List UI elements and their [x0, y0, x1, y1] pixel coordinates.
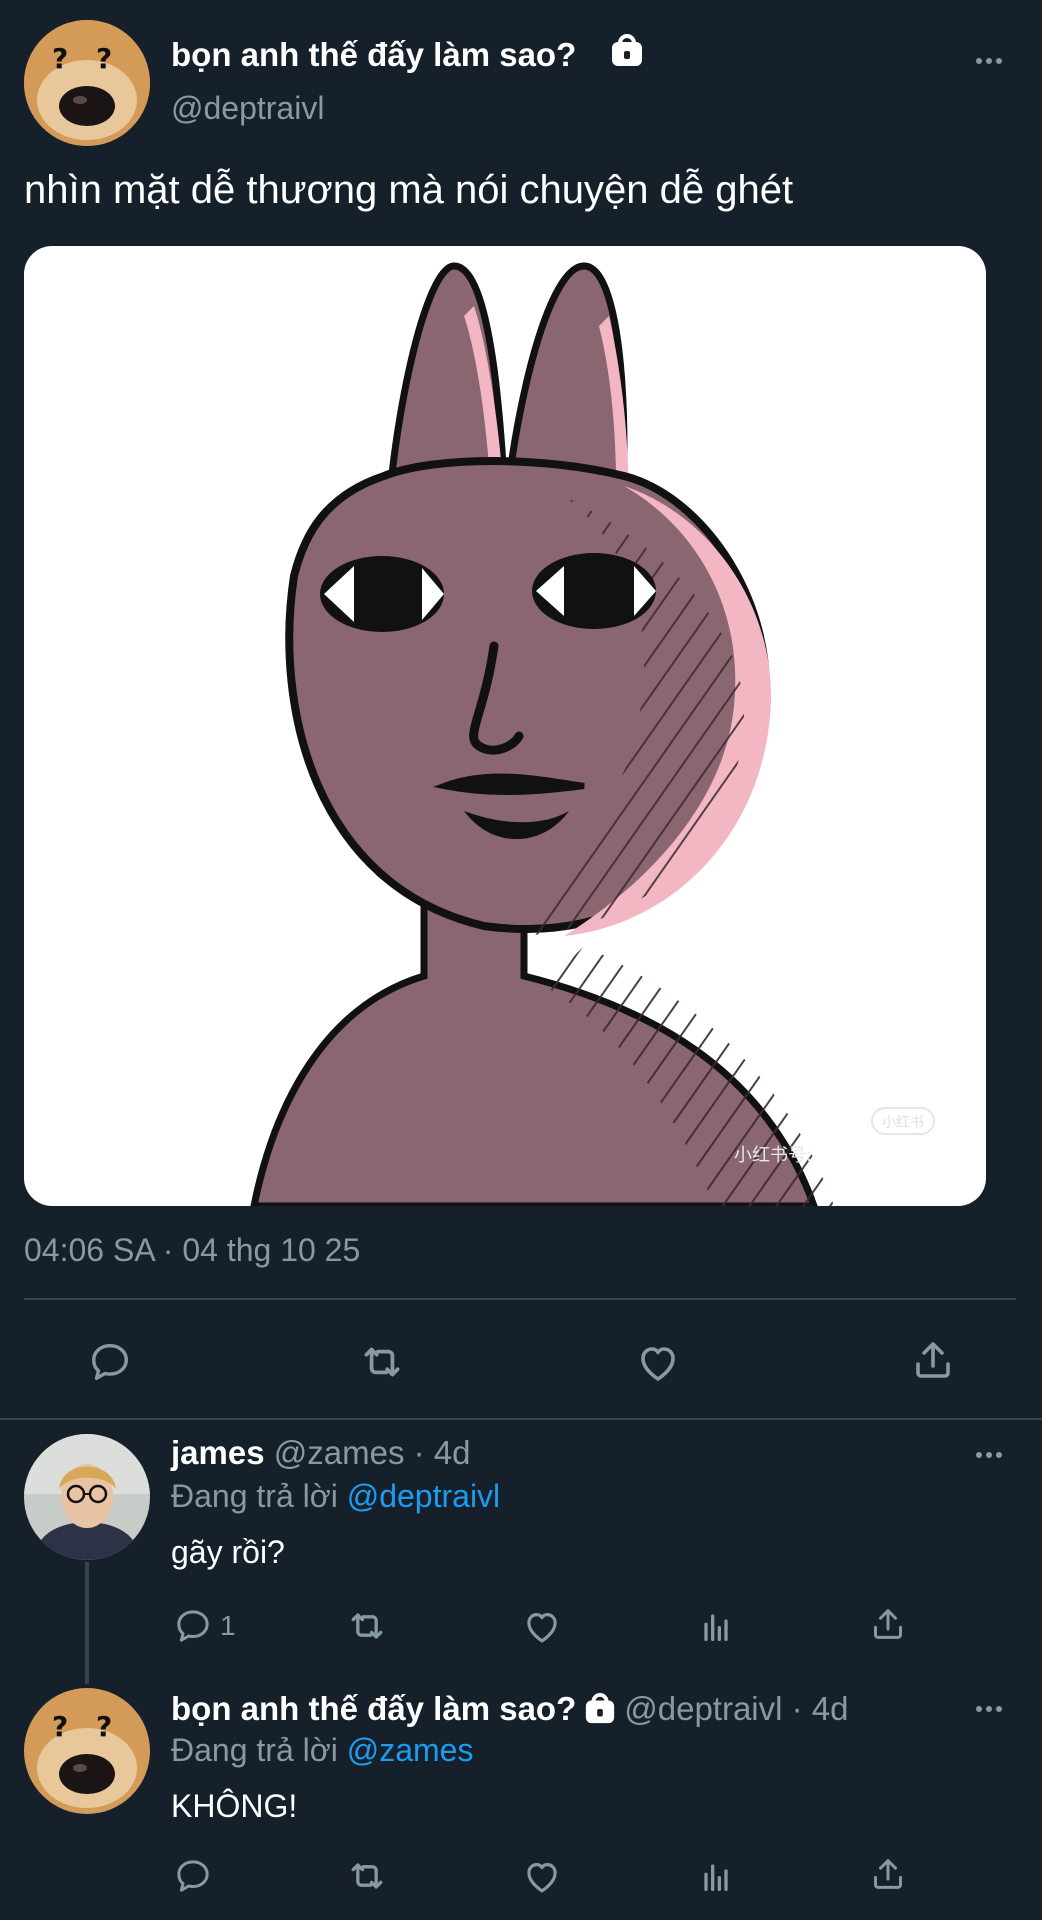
- avatar[interactable]: ? ?: [24, 20, 150, 146]
- image-watermark: 小红书号:: [734, 1145, 812, 1166]
- avatar[interactable]: [24, 1434, 150, 1560]
- mention-link[interactable]: @zames: [347, 1732, 474, 1768]
- like-icon[interactable]: [518, 1602, 566, 1650]
- retweet-icon[interactable]: [354, 1334, 410, 1390]
- more-options-button[interactable]: [976, 58, 1002, 64]
- tweet-text: nhìn mặt dễ thương mà nói chuyện dễ ghét: [24, 168, 794, 212]
- share-icon[interactable]: [864, 1850, 912, 1898]
- reply-icon[interactable]: [171, 1604, 215, 1648]
- reply-text: KHÔNG!: [171, 1788, 298, 1824]
- replying-label: Đang trả lời: [171, 1732, 338, 1768]
- reply-count: 1: [220, 1610, 236, 1641]
- thread-line: [85, 1562, 89, 1684]
- reply-header: bọn anh thế đấy làm sao? @deptraivl · 4d: [171, 1690, 849, 1728]
- avatar[interactable]: ? ?: [24, 1688, 150, 1814]
- watermark-badge: 小红书: [882, 1115, 924, 1131]
- display-name[interactable]: james: [171, 1434, 265, 1471]
- reply-icon[interactable]: [82, 1334, 138, 1390]
- share-icon[interactable]: [864, 1600, 912, 1648]
- replying-to: Đang trả lời @deptraivl: [171, 1478, 500, 1515]
- user-photo: [24, 1434, 150, 1560]
- more-options-button[interactable]: [976, 1706, 1002, 1712]
- display-name[interactable]: bọn anh thế đấy làm sao?: [171, 1690, 576, 1728]
- lock-icon: [610, 34, 644, 68]
- mention-link[interactable]: @deptraivl: [347, 1478, 500, 1514]
- section-divider: [0, 1418, 1042, 1420]
- svg-text:?: ?: [96, 42, 112, 75]
- svg-text:?: ?: [52, 42, 68, 75]
- handle[interactable]: @deptraivl: [171, 90, 324, 127]
- more-options-button[interactable]: [976, 1452, 1002, 1458]
- dog-avatar-image: ? ?: [24, 20, 150, 146]
- display-name[interactable]: bọn anh thế đấy làm sao?: [171, 36, 576, 74]
- replying-label: Đang trả lời: [171, 1478, 338, 1514]
- tweet-image[interactable]: 小红书 小红书号:: [24, 246, 986, 1206]
- retweet-icon[interactable]: [343, 1852, 391, 1900]
- retweet-icon[interactable]: [343, 1602, 391, 1650]
- analytics-icon[interactable]: [692, 1852, 740, 1900]
- svg-text:?: ?: [96, 1710, 112, 1743]
- share-icon[interactable]: [905, 1332, 961, 1388]
- reply-text: gãy rồi?: [171, 1534, 285, 1570]
- lock-icon: [584, 1693, 616, 1725]
- tweet-timestamp[interactable]: 04:06 SA · 04 thg 10 25: [24, 1232, 360, 1269]
- divider: [24, 1298, 1016, 1300]
- reply-icon[interactable]: [171, 1854, 215, 1898]
- replying-to: Đang trả lời @zames: [171, 1732, 473, 1769]
- svg-text:?: ?: [52, 1710, 68, 1743]
- dog-avatar-image: ? ?: [24, 1688, 150, 1814]
- bunny-illustration: 小红书 小红书号:: [250, 262, 935, 1206]
- reply-header: james @zames · 4d: [171, 1434, 470, 1472]
- like-icon[interactable]: [630, 1334, 686, 1390]
- handle-and-time[interactable]: @zames · 4d: [274, 1434, 471, 1471]
- like-icon[interactable]: [518, 1852, 566, 1900]
- analytics-icon[interactable]: [692, 1602, 740, 1650]
- handle-and-time[interactable]: @deptraivl · 4d: [624, 1690, 848, 1728]
